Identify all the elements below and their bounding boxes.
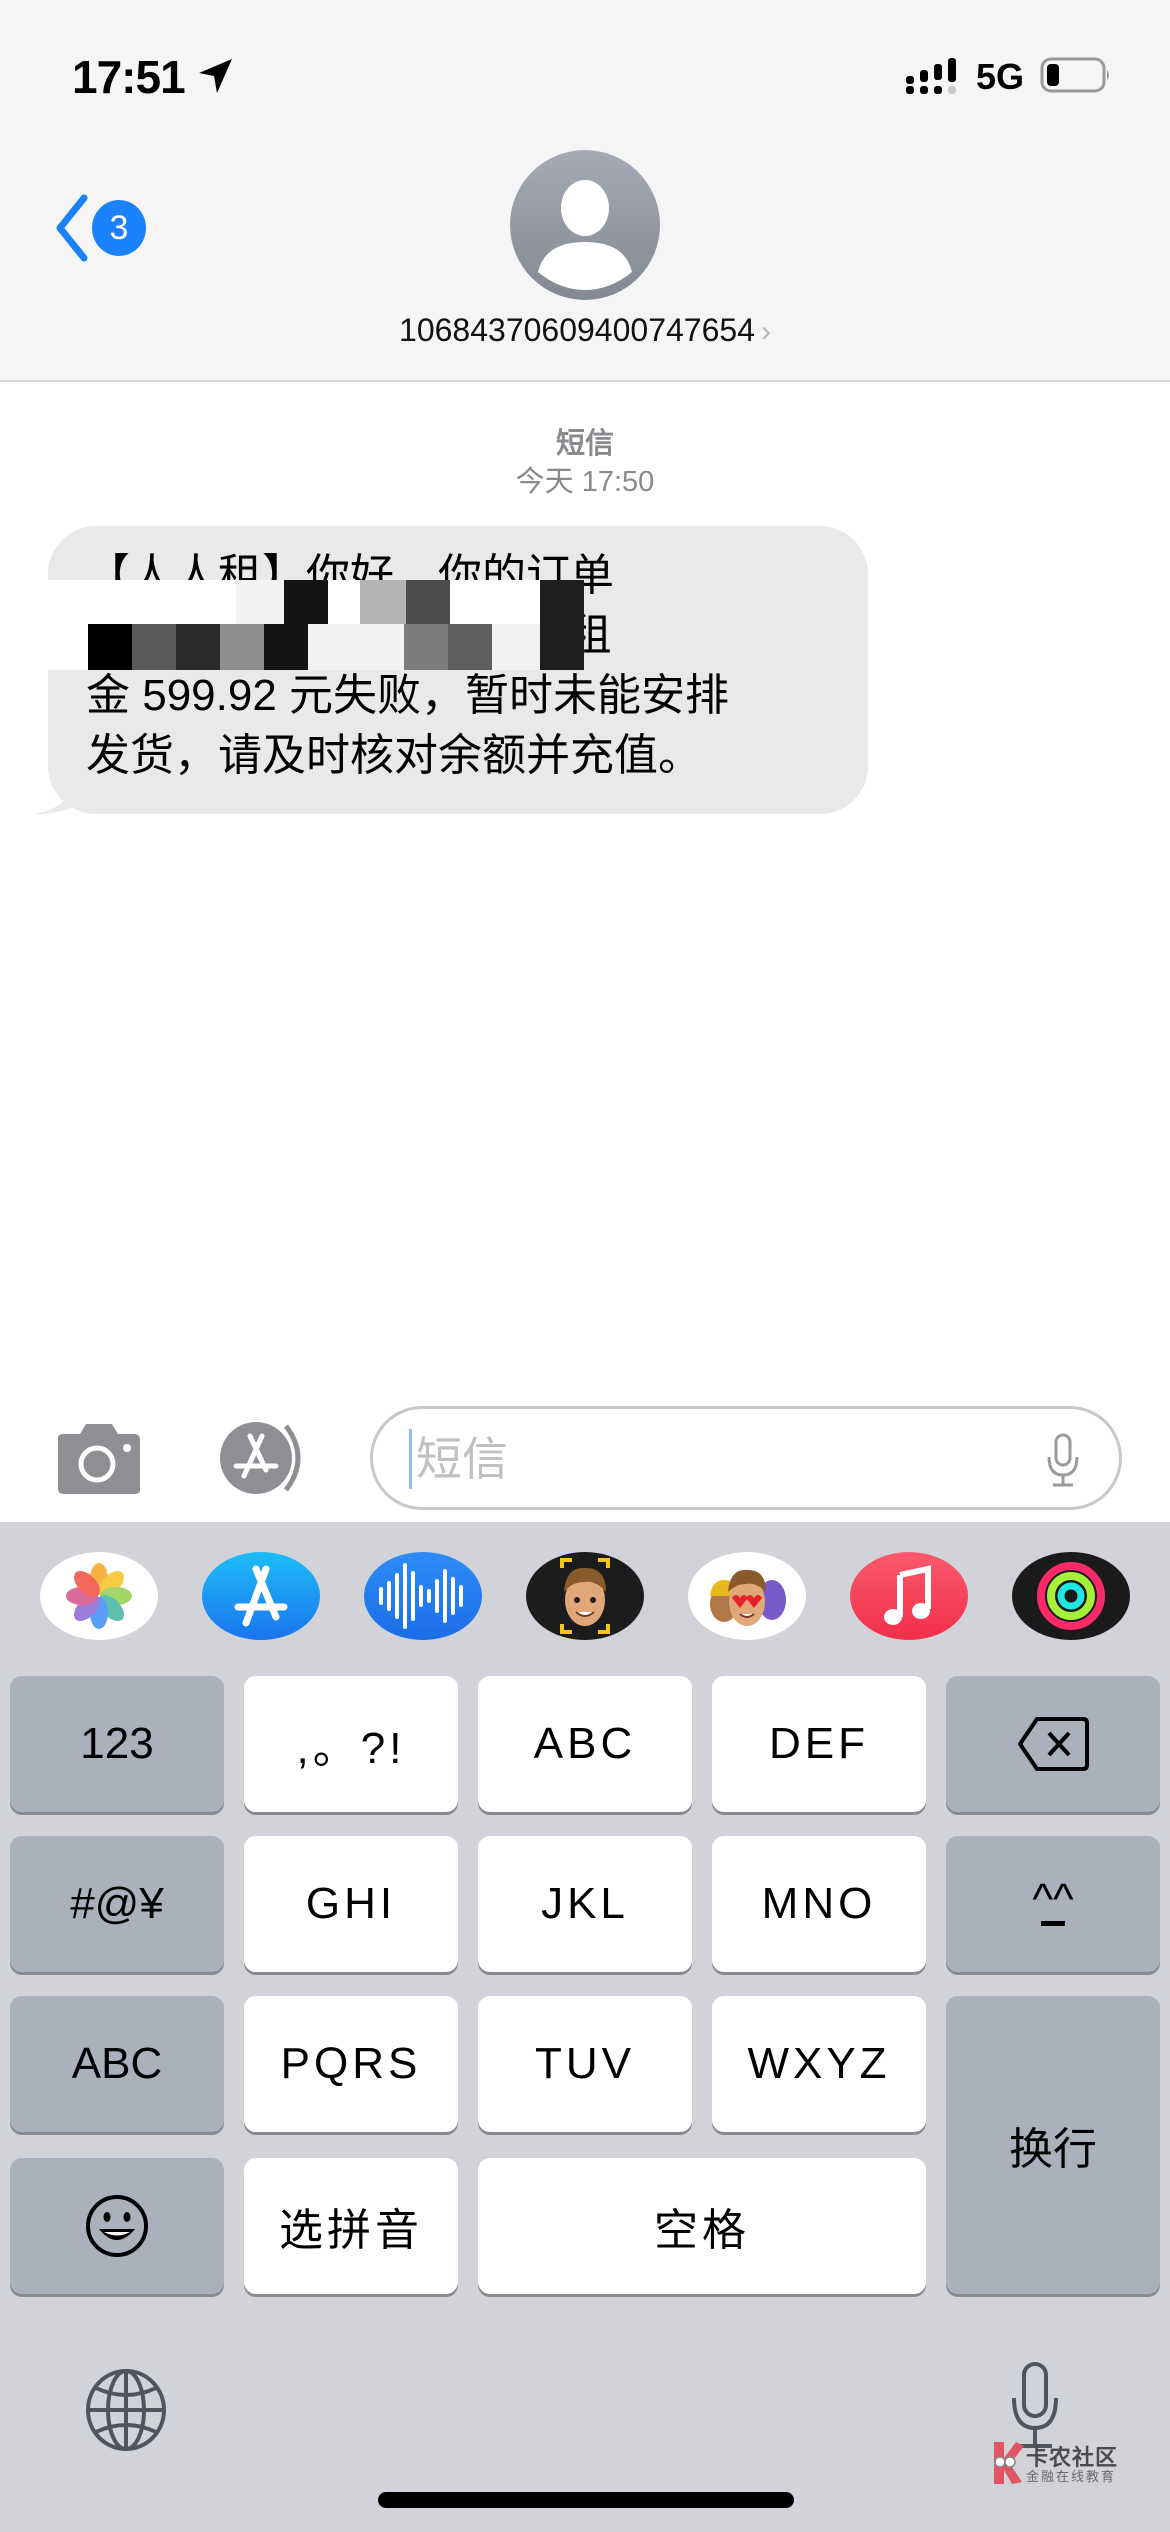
message-bubble-incoming[interactable]: 【人人租】你好，你的订单 尝试扣款租 金 599.92 元失败，暂时未能安排 发… <box>48 526 868 814</box>
imessage-app-strip <box>0 1522 1170 1662</box>
photos-icon <box>66 1563 132 1629</box>
app-store-icon[interactable] <box>206 1420 320 1496</box>
memoji-stickers-app-button[interactable] <box>688 1552 806 1640</box>
key-label: ABC <box>533 1719 637 1768</box>
key-wxyz[interactable]: WXYZ <box>712 1996 926 2132</box>
microphone-icon[interactable] <box>1045 1433 1081 1489</box>
key-label: 123 <box>80 1719 154 1768</box>
delete-backward-icon <box>1018 1717 1089 1771</box>
key-label: 换行 <box>1009 2125 1097 2174</box>
contact-number: 10684370609400747654 <box>399 312 755 348</box>
message-input-field[interactable] <box>409 1429 1009 1489</box>
key-tuv[interactable]: TUV <box>478 1996 692 2132</box>
key-label: DEF <box>769 1719 869 1768</box>
signal-icon <box>906 58 956 94</box>
key-pqrs[interactable]: PQRS <box>244 1996 458 2132</box>
emoji-icon <box>86 2195 148 2257</box>
key-label: ABC <box>71 2039 163 2088</box>
key-jkl[interactable]: JKL <box>478 1836 692 1972</box>
key-punctuation[interactable]: ,。?! <box>244 1676 458 1812</box>
key-label: TUV <box>535 2039 635 2088</box>
chevron-left-icon <box>56 194 88 262</box>
globe-icon[interactable] <box>84 2368 168 2452</box>
app-store-icon <box>234 1565 288 1627</box>
key-label: ,。?! <box>296 1724 406 1773</box>
watermark-subtitle: 金融在线教育 <box>1026 2469 1117 2484</box>
location-arrow-icon <box>199 59 232 93</box>
kaomoji-mouth <box>1041 1920 1065 1926</box>
key-abc[interactable]: ABC <box>478 1676 692 1812</box>
emoji-key[interactable] <box>10 2158 224 2294</box>
music-app-button[interactable] <box>850 1552 968 1640</box>
message-input[interactable] <box>370 1406 1122 1510</box>
return-key[interactable]: 换行 <box>946 1996 1160 2294</box>
contact-name[interactable]: 10684370609400747654 › <box>0 312 1170 349</box>
memoji-icon <box>560 1558 610 1634</box>
composer-bar <box>0 1390 1170 1522</box>
key-label: ^^ <box>1032 1874 1074 1924</box>
key-label: WXYZ <box>747 2039 891 2088</box>
network-type: 5G <box>976 56 1025 97</box>
key-label: 选拼音 <box>279 2206 423 2255</box>
key-label: MNO <box>761 1879 877 1928</box>
conversation-header: 17:51 5G 3 10684370609400747654 › <box>0 0 1170 382</box>
key-label: 空格 <box>654 2206 750 2255</box>
redaction-mosaic <box>48 580 588 670</box>
key-select-pinyin[interactable]: 选拼音 <box>244 2158 458 2294</box>
key-kaomoji[interactable]: ^^ <box>946 1836 1160 1972</box>
space-key[interactable]: 空格 <box>478 2158 926 2294</box>
camera-icon[interactable] <box>52 1422 146 1496</box>
key-abc-mode[interactable]: ABC <box>10 1996 224 2132</box>
message-timestamp: 今天 17:50 <box>515 466 655 498</box>
photos-app-button[interactable] <box>40 1552 158 1640</box>
service-label: 短信 <box>555 428 614 460</box>
key-label: PQRS <box>280 2039 422 2088</box>
status-time: 17:51 <box>72 51 186 103</box>
keyboard: 123 ,。?! ABC DEF #@¥ GHI JKL MNO ^^ ABC … <box>0 1522 1170 2532</box>
key-def[interactable]: DEF <box>712 1676 926 1812</box>
music-note-icon <box>884 1565 931 1625</box>
key-label: JKL <box>541 1879 629 1928</box>
memoji-app-button[interactable] <box>526 1552 644 1640</box>
battery-icon <box>1040 57 1109 93</box>
chevron-right-icon: › <box>760 315 771 348</box>
app-store-app-button[interactable] <box>202 1552 320 1640</box>
activity-app-button[interactable] <box>1012 1552 1130 1640</box>
microphone-icon[interactable] <box>1010 2362 1060 2452</box>
audio-message-app-button[interactable] <box>364 1552 482 1640</box>
memoji-stickers-icon <box>710 1569 786 1626</box>
watermark-logo-icon <box>994 2442 1024 2484</box>
contact-avatar[interactable] <box>510 150 660 300</box>
watermark: 卡农社区 金融在线教育 <box>990 2440 1120 2486</box>
message-line: 金 599.92 元失败，暂时未能安排 <box>86 671 730 720</box>
activity-rings-icon <box>1037 1562 1105 1630</box>
key-label: #@¥ <box>70 1879 164 1928</box>
waveform-icon <box>379 1563 463 1629</box>
unread-count-badge: 3 <box>92 200 146 256</box>
person-icon <box>538 180 632 290</box>
key-mno[interactable]: MNO <box>712 1836 926 1972</box>
home-indicator[interactable] <box>378 2492 794 2508</box>
key-ghi[interactable]: GHI <box>244 1836 458 1972</box>
delete-key[interactable] <box>946 1676 1160 1812</box>
message-line: 发货，请及时核对余额并充值。 <box>86 731 702 780</box>
key-label: GHI <box>305 1879 397 1928</box>
back-button[interactable]: 3 <box>44 188 154 268</box>
key-symbols[interactable]: #@¥ <box>10 1836 224 1972</box>
key-123[interactable]: 123 <box>10 1676 224 1812</box>
